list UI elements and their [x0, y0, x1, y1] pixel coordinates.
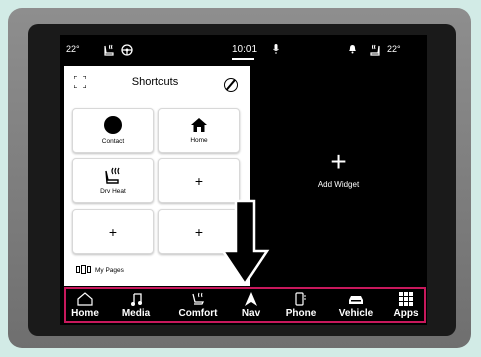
add-widget-plus-icon: + — [330, 146, 347, 177]
notification-bell-icon[interactable] — [348, 44, 357, 54]
tile-label: Home — [190, 137, 208, 144]
nav-label: Nav — [241, 308, 261, 319]
seat-heat-icon — [105, 167, 120, 184]
heated-seat-icon[interactable] — [102, 44, 116, 56]
pages-icon — [76, 265, 92, 274]
my-pages-link[interactable]: My Pages — [76, 265, 124, 274]
my-pages-label: My Pages — [95, 266, 124, 274]
shortcut-tile-home[interactable]: Home — [158, 108, 240, 153]
left-temperature[interactable]: 22° — [66, 44, 80, 54]
down-arrow-icon — [220, 199, 270, 287]
shortcuts-title: Shortcuts — [131, 76, 179, 88]
edit-icon[interactable] — [224, 78, 238, 92]
shortcut-tile-drv-heat[interactable]: Drv Heat — [72, 158, 154, 203]
nav-home[interactable]: Home — [68, 291, 102, 323]
shortcuts-header: Shortcuts — [64, 66, 246, 100]
add-widget-label: Add Widget — [317, 180, 360, 189]
shortcut-tile-add[interactable]: + — [158, 158, 240, 203]
tile-label: Drv Heat — [100, 187, 126, 195]
microphone-icon — [273, 44, 279, 54]
shortcut-tile-contact[interactable]: Contact — [72, 108, 154, 153]
nav-label: Vehicle — [338, 308, 374, 319]
home-outline-icon — [77, 291, 93, 307]
nav-apps[interactable]: Apps — [390, 291, 422, 323]
infotainment-screen: 22° 10:01 22° Shortcuts Contact Home Drv… — [60, 35, 427, 325]
left-temp-value: 22° — [66, 44, 80, 54]
add-widget-area[interactable]: + Add Widget — [250, 66, 427, 286]
seat-icon — [190, 291, 206, 307]
music-note-icon — [130, 291, 142, 307]
nav-phone[interactable]: Phone — [281, 291, 321, 323]
status-bar: 22° 10:01 22° — [60, 35, 427, 65]
nav-label: Media — [121, 308, 151, 319]
contact-dot-icon — [104, 116, 122, 134]
apps-grid-icon — [399, 291, 413, 307]
bottom-navigation-bar: Home Media Comfort Nav Phone Vehicle App… — [64, 287, 426, 323]
phone-icon — [295, 291, 307, 307]
nav-vehicle[interactable]: Vehicle — [334, 291, 378, 323]
add-icon: + — [194, 172, 204, 189]
clock-time: 10:01 — [232, 44, 258, 55]
add-icon: + — [108, 223, 118, 240]
nav-label: Apps — [393, 308, 419, 319]
add-icon: + — [194, 223, 204, 240]
right-temperature[interactable]: 22° — [387, 44, 401, 54]
shortcut-tile-add[interactable]: + — [72, 209, 154, 254]
passenger-heated-seat-icon[interactable] — [368, 44, 383, 56]
nav-label: Phone — [285, 308, 317, 319]
nav-label: Comfort — [178, 308, 218, 319]
right-temp-value: 22° — [387, 44, 401, 54]
nav-nav[interactable]: Nav — [236, 291, 266, 323]
nav-media[interactable]: Media — [116, 291, 156, 323]
tile-label: Contact — [101, 138, 125, 145]
car-icon — [348, 291, 364, 307]
shortcuts-panel: Shortcuts Contact Home Drv Heat + + + My… — [64, 66, 246, 286]
clock: 10:01 — [232, 44, 257, 55]
home-icon — [191, 118, 207, 132]
nav-comfort[interactable]: Comfort — [172, 291, 224, 323]
clock-underline — [232, 58, 254, 60]
navigation-arrow-icon — [245, 291, 257, 307]
steering-wheel-heat-icon[interactable] — [121, 44, 133, 56]
nav-label: Home — [71, 308, 99, 319]
